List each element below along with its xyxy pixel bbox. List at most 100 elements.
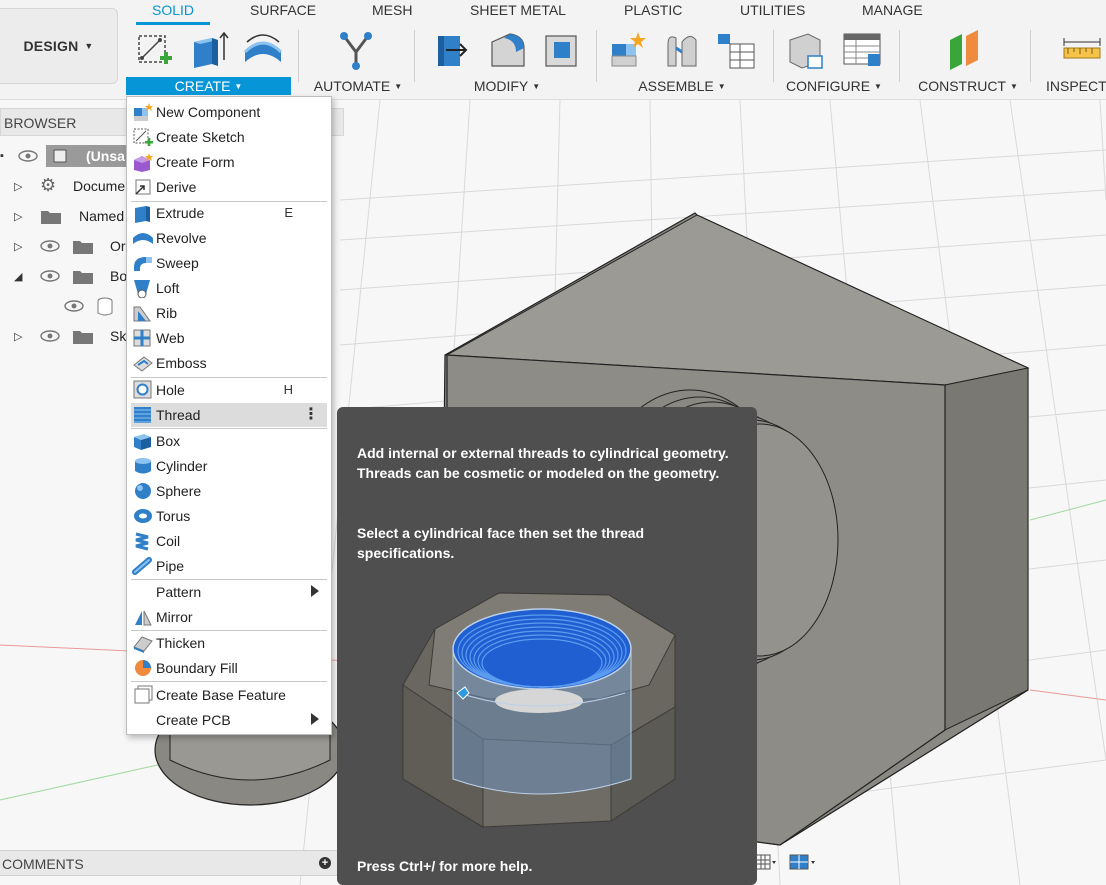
browser-item-label: Or: [110, 238, 126, 254]
visibility-eye-icon[interactable]: [64, 300, 84, 312]
create-sketch-icon[interactable]: [136, 30, 176, 70]
gear-icon: ⚙: [40, 175, 57, 195]
press-pull-icon[interactable]: [432, 30, 472, 70]
menu-item-create-form[interactable]: Create Form: [131, 150, 327, 174]
caret-down-icon: ▼: [874, 81, 882, 91]
loft-icon: [134, 280, 150, 298]
configuration-table-icon[interactable]: [842, 30, 882, 70]
blank-icon-slot: [132, 582, 154, 602]
configure-menu-button[interactable]: CONFIGURE ▼: [786, 77, 882, 95]
browser-item-origin[interactable]: ▷ Or: [0, 234, 126, 260]
fillet-icon[interactable]: [488, 30, 528, 70]
menu-item-extrude[interactable]: Extrude E: [131, 201, 327, 225]
new-component-icon[interactable]: [608, 30, 648, 70]
expand-arrow-icon[interactable]: ▷: [14, 180, 22, 193]
workspace-switcher[interactable]: DESIGN ▼: [0, 8, 118, 84]
menu-item-label: New Component: [156, 104, 261, 120]
more-options-icon[interactable]: ⋮: [303, 404, 319, 424]
menu-item-label: Derive: [156, 179, 197, 195]
browser-item-bodies[interactable]: ◢ Bo: [0, 264, 127, 290]
tab-mesh[interactable]: MESH: [372, 2, 412, 18]
tab-utilities[interactable]: UTILITIES: [740, 2, 805, 18]
expand-arrow-icon[interactable]: ▷: [14, 330, 22, 343]
assemble-menu-button[interactable]: ASSEMBLE ▼: [636, 77, 728, 95]
modify-menu-button[interactable]: MODIFY ▼: [462, 77, 552, 95]
caret-down-icon: ▼: [394, 81, 403, 91]
box-icon: [134, 434, 151, 450]
browser-item-label: Named: [79, 208, 125, 224]
visibility-eye-icon[interactable]: [40, 240, 60, 252]
revolve-icon[interactable]: [243, 30, 283, 70]
menu-item-cylinder[interactable]: Cylinder: [131, 454, 327, 478]
expand-arrow-icon[interactable]: ▷: [14, 210, 22, 223]
menu-item-sweep[interactable]: Sweep: [131, 251, 327, 275]
menu-item-create-pcb[interactable]: Create PCB: [131, 708, 327, 732]
menu-item-web[interactable]: Web: [131, 326, 327, 350]
menu-item-sphere[interactable]: Sphere: [131, 479, 327, 503]
browser-item-body1[interactable]: [0, 294, 126, 320]
visibility-eye-icon[interactable]: [40, 330, 60, 342]
extrude-icon[interactable]: [190, 30, 230, 70]
ribbon-toolbar: DESIGN ▼ SOLID SURFACE MESH SHEET METAL …: [0, 0, 1106, 100]
menu-item-torus[interactable]: Torus: [131, 504, 327, 528]
grid-settings-icon[interactable]: [756, 854, 776, 870]
tab-surface[interactable]: SURFACE: [250, 2, 316, 18]
menu-item-label: Torus: [156, 508, 191, 524]
folder-icon: [41, 211, 61, 224]
menu-item-create-sketch[interactable]: Create Sketch: [131, 125, 327, 149]
menu-item-mirror[interactable]: Mirror: [131, 605, 327, 629]
tab-plastic[interactable]: PLASTIC: [624, 2, 682, 18]
tab-sheet-metal[interactable]: SHEET METAL: [470, 2, 566, 18]
base-feature-icon: [134, 685, 153, 704]
comments-panel[interactable]: COMMENTS +: [0, 850, 337, 876]
menu-item-derive[interactable]: Derive: [131, 175, 327, 199]
menu-item-thicken[interactable]: Thicken: [131, 631, 327, 655]
menu-item-emboss[interactable]: Emboss: [131, 351, 327, 375]
menu-item-new-component[interactable]: New Component: [131, 100, 327, 124]
viewports-icon[interactable]: [789, 854, 815, 870]
expand-arrow-icon[interactable]: ▷: [14, 240, 22, 253]
automate-menu-button[interactable]: AUTOMATE ▼: [312, 77, 404, 95]
visibility-eye-icon[interactable]: [18, 150, 38, 162]
collapse-icon[interactable]: ▪: [0, 150, 4, 162]
menu-item-rib[interactable]: Rib: [131, 301, 327, 325]
menu-item-coil[interactable]: Coil: [131, 529, 327, 553]
menu-item-boundary-fill[interactable]: Boundary Fill: [131, 656, 327, 680]
menu-item-label: Pipe: [156, 558, 185, 574]
joint-icon[interactable]: [662, 30, 702, 70]
menu-item-hole[interactable]: Hole H: [131, 378, 327, 402]
menu-item-pattern[interactable]: Pattern: [131, 580, 327, 604]
menu-item-pipe[interactable]: Pipe: [131, 554, 327, 578]
measure-icon[interactable]: [1062, 30, 1102, 70]
construct-menu-button[interactable]: CONSTRUCT ▼: [916, 77, 1020, 95]
configure-icon[interactable]: [786, 30, 826, 70]
folder-icon: [73, 241, 93, 254]
menu-item-create-base-feature[interactable]: Create Base Feature: [131, 683, 327, 707]
thicken-icon: [133, 636, 153, 653]
menu-item-box[interactable]: Box: [131, 429, 327, 453]
group-divider: [298, 30, 299, 82]
browser-root-item[interactable]: ▪ (Unsa: [0, 144, 126, 170]
collapse-arrow-icon[interactable]: ◢: [14, 270, 22, 283]
tab-solid[interactable]: SOLID: [152, 2, 194, 18]
inspect-menu-button[interactable]: INSPECT: [1046, 77, 1106, 95]
folder-icon: [73, 331, 93, 344]
menu-item-thread[interactable]: Thread ⋮: [131, 403, 327, 427]
automate-icon[interactable]: [336, 30, 376, 70]
pipe-icon: [132, 557, 152, 575]
menu-item-revolve[interactable]: Revolve: [131, 226, 327, 250]
visibility-eye-icon[interactable]: [40, 270, 60, 282]
shell-icon[interactable]: [542, 30, 582, 70]
browser-item-named-views[interactable]: ▷ Named: [0, 204, 126, 230]
add-comment-icon[interactable]: +: [319, 857, 331, 869]
browser-item-sketches[interactable]: ▷ Sk: [0, 324, 126, 350]
create-menu-button[interactable]: CREATE ▼: [126, 77, 291, 95]
tab-manage[interactable]: MANAGE: [862, 2, 923, 18]
create-form-icon: [134, 153, 153, 172]
menu-item-loft[interactable]: Loft: [131, 276, 327, 300]
mirror-icon: [135, 610, 152, 626]
construct-plane-icon[interactable]: [944, 30, 984, 70]
torus-icon: [134, 509, 152, 523]
browser-item-document-settings[interactable]: ▷ ⚙ Docume: [0, 174, 126, 200]
as-built-joint-icon[interactable]: [716, 30, 756, 70]
